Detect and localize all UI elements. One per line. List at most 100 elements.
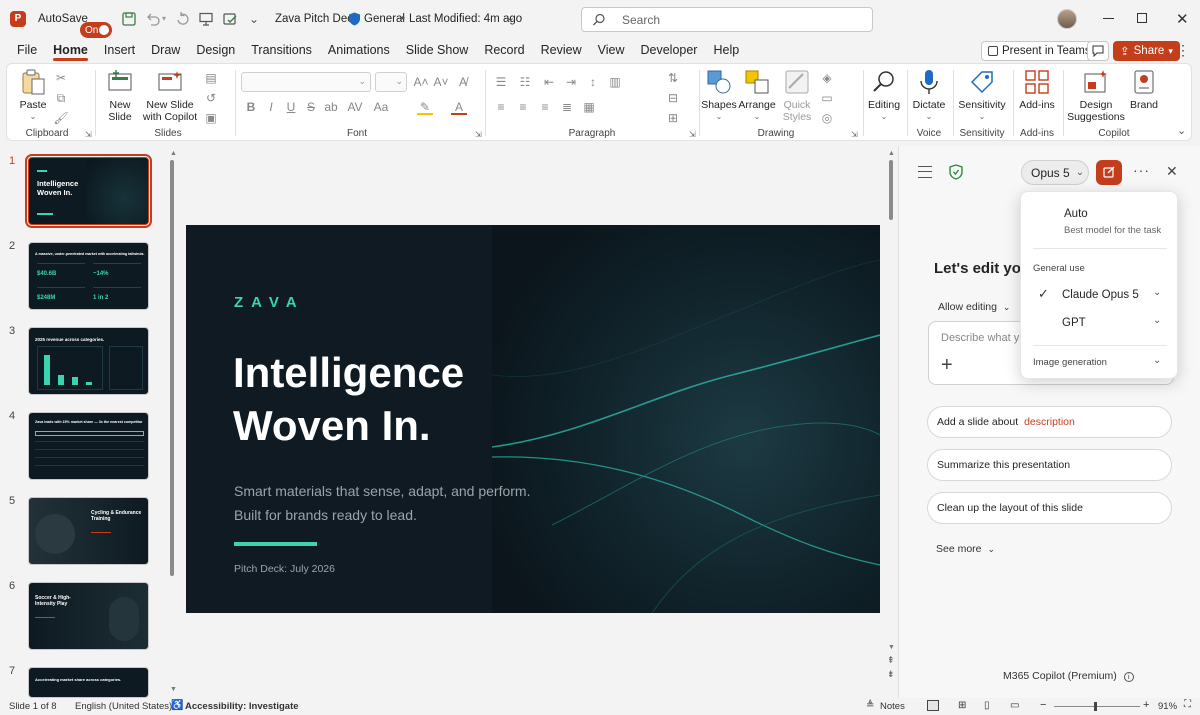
customize-toolbar-icon[interactable]: ⌄ — [249, 12, 259, 26]
dictate-button[interactable]: Dictate ⌄ — [911, 68, 947, 123]
slide-thumbnail-6[interactable]: Soccer & High-Intensity Play — [28, 582, 149, 650]
font-color-icon[interactable]: A — [451, 99, 467, 115]
suggestion-add-slide[interactable]: Add a slide about description — [927, 406, 1172, 438]
redo-icon[interactable] — [174, 10, 192, 28]
increase-indent-icon[interactable]: ⇥ — [563, 74, 579, 90]
distribute-icon[interactable]: ▦ — [581, 99, 597, 115]
fit-to-window-icon[interactable]: ⛶ — [1184, 699, 1191, 710]
protected-shield-icon[interactable] — [949, 164, 963, 180]
bullets-icon[interactable]: ☰ — [493, 74, 509, 90]
slide-thumbnail-7[interactable]: Accelerating market share across categor… — [28, 667, 149, 698]
decrease-indent-icon[interactable]: ⇤ — [541, 74, 557, 90]
scrollbar-thumb[interactable] — [170, 160, 174, 576]
suggestion-summarize[interactable]: Summarize this presentation — [927, 449, 1172, 481]
scroll-up-icon[interactable]: ▲ — [888, 150, 895, 157]
slide-footer[interactable]: Pitch Deck: July 2026 — [234, 563, 335, 575]
design-suggestions-button[interactable]: Design Suggestions — [1067, 68, 1125, 123]
tab-design[interactable]: Design — [188, 38, 243, 62]
section-icon[interactable]: ▣ — [203, 110, 219, 126]
tab-animations[interactable]: Animations — [320, 38, 398, 62]
zoom-slider[interactable] — [1054, 702, 1140, 711]
line-spacing-icon[interactable]: ↕ — [585, 74, 601, 90]
bold-icon[interactable]: B — [243, 99, 259, 115]
drawing-launcher-icon[interactable]: ⇲ — [851, 130, 858, 139]
tab-help[interactable]: Help — [705, 38, 747, 62]
justify-icon[interactable]: ≣ — [559, 99, 575, 115]
zoom-slider-thumb[interactable] — [1094, 702, 1097, 711]
tab-transitions[interactable]: Transitions — [243, 38, 320, 62]
expand-chevron-icon[interactable]: ⌄ — [1153, 315, 1161, 326]
scroll-up-icon[interactable]: ▲ — [170, 150, 177, 157]
model-option-image-generation[interactable]: Image generation ⌄ — [1021, 350, 1179, 376]
tab-developer[interactable]: Developer — [632, 38, 705, 62]
tab-home[interactable]: Home — [45, 38, 96, 62]
notes-button[interactable]: Notes — [880, 701, 905, 712]
slide-thumbnail-5[interactable]: Cycling & Endurance Training — [28, 497, 149, 565]
share-button[interactable]: ⇪ Share ▾ — [1113, 41, 1180, 61]
scroll-down-icon[interactable]: ▼ — [888, 644, 895, 651]
editor-scrollbar[interactable]: ▲ ▼ ⇞ ⇟ — [887, 150, 895, 694]
model-option-auto[interactable]: Auto Best model for the task — [1021, 202, 1179, 242]
shapes-button[interactable]: Shapes ⌄ — [701, 68, 737, 123]
font-size-dropdown[interactable]: ⌄ — [375, 72, 407, 92]
addins-button[interactable]: Add-ins — [1017, 68, 1057, 111]
suggestion-clean-layout[interactable]: Clean up the layout of this slide — [927, 492, 1172, 524]
slide-counter[interactable]: Slide 1 of 8 — [9, 701, 57, 712]
expand-chevron-icon[interactable]: ⌄ — [1153, 287, 1161, 298]
align-center-icon[interactable]: ≡ — [515, 99, 531, 115]
shape-outline-icon[interactable]: ▭ — [819, 90, 835, 106]
more-options-icon[interactable]: ⋮ — [1176, 42, 1190, 59]
document-title[interactable]: Zava Pitch Deck — [275, 13, 359, 25]
allow-editing-dropdown[interactable]: Allow editing ⌄ — [938, 301, 1010, 313]
restore-icon[interactable] — [1137, 13, 1147, 23]
paragraph-launcher-icon[interactable]: ⇲ — [689, 130, 696, 139]
save-icon[interactable] — [120, 10, 138, 28]
tab-insert[interactable]: Insert — [96, 38, 143, 62]
scroll-down-icon[interactable]: ▼ — [170, 686, 177, 693]
normal-view-icon[interactable] — [927, 700, 939, 711]
autosave-toggle[interactable]: On — [80, 22, 112, 38]
zoom-out-icon[interactable]: − — [1040, 699, 1046, 711]
change-case-icon[interactable]: Aa — [373, 99, 389, 115]
smartart-icon[interactable]: ⊞ — [665, 110, 681, 126]
info-icon[interactable]: i — [1123, 672, 1134, 682]
quick-styles-button[interactable]: Quick Styles — [779, 68, 815, 123]
align-right-icon[interactable]: ≡ — [537, 99, 553, 115]
current-slide[interactable]: ZAVA Intelligence Woven In. Smart materi… — [186, 225, 880, 613]
tab-review[interactable]: Review — [533, 38, 590, 62]
check-accessibility-icon[interactable] — [221, 10, 239, 28]
language-indicator[interactable]: English (United States) — [75, 701, 172, 712]
next-slide-icon[interactable]: ⇟ — [887, 670, 895, 679]
present-in-teams-button[interactable]: Present in Teams — [981, 41, 1098, 61]
sensitivity-button[interactable]: Sensitivity ⌄ — [957, 68, 1007, 123]
slide-sorter-icon[interactable]: ⊞ — [958, 700, 966, 711]
brand-button[interactable]: Brand — [1129, 68, 1159, 111]
align-text-icon[interactable]: ⊟ — [665, 90, 681, 106]
slideshow-view-icon[interactable]: ▭ — [1010, 700, 1019, 711]
editing-button[interactable]: Editing ⌄ — [867, 68, 901, 123]
see-more-button[interactable]: See more ⌄ — [936, 543, 995, 555]
slide-thumbnail-2[interactable]: A massive, under-penetrated market with … — [28, 242, 149, 310]
undo-icon[interactable] — [144, 10, 162, 28]
undo-dropdown-icon[interactable]: ▾ — [162, 14, 166, 23]
scrollbar-thumb[interactable] — [889, 160, 893, 220]
model-option-claude[interactable]: ✓ Claude Opus 5 ⌄ — [1021, 282, 1179, 308]
slide-subtitle[interactable]: Smart materials that sense, adapt, and p… — [234, 479, 530, 527]
new-chat-button[interactable] — [1096, 160, 1122, 185]
tab-record[interactable]: Record — [476, 38, 532, 62]
tab-slide-show[interactable]: Slide Show — [398, 38, 477, 62]
close-window-icon[interactable]: ✕ — [1176, 10, 1189, 28]
align-left-icon[interactable]: ≡ — [493, 99, 509, 115]
tab-view[interactable]: View — [590, 38, 633, 62]
title-chevron-down-icon[interactable]: ⌄ — [506, 11, 515, 24]
layout-icon[interactable]: ▤ — [203, 70, 219, 86]
slide-brand[interactable]: ZAVA — [234, 294, 305, 311]
text-direction-icon[interactable]: ⇅ — [665, 70, 681, 86]
font-name-dropdown[interactable]: ⌄ — [241, 72, 371, 92]
more-options-icon[interactable]: ··· — [1133, 162, 1150, 178]
user-avatar[interactable] — [1057, 9, 1077, 29]
collapse-ribbon-icon[interactable]: ⌄ — [1177, 124, 1186, 137]
decrease-font-icon[interactable]: A˅ — [433, 74, 449, 90]
new-slide-button[interactable]: New Slide — [103, 68, 137, 123]
zoom-in-icon[interactable]: + — [1143, 699, 1149, 711]
